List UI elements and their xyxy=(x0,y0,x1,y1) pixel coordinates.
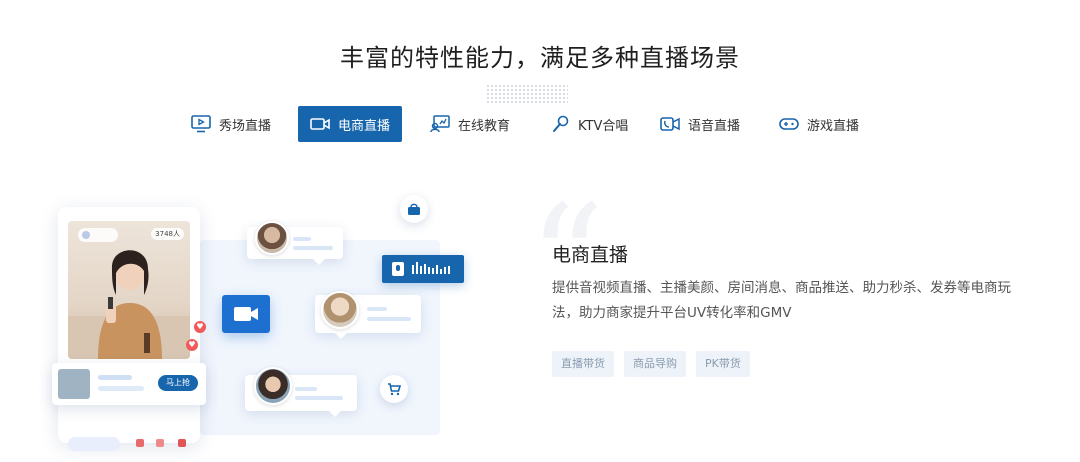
tab-label: 秀场直播 xyxy=(219,118,272,134)
avatar xyxy=(255,221,289,255)
voice-call-icon xyxy=(660,117,680,131)
cart-icon xyxy=(380,375,408,403)
tab-game-live[interactable]: 游戏直播 xyxy=(779,106,859,142)
scenario-tabs: 秀场直播 电商直播 在线教育 KTV合唱 语音直播 游戏直播 xyxy=(0,106,1080,142)
ecommerce-live-illustration: 3748人 ♥ ♥ 马上抢 xyxy=(40,185,490,455)
buy-now-button: 马上抢 xyxy=(158,375,198,391)
feature-description: 提供音视频直播、主播美颜、房间消息、商品推送、助力秒杀、发券等电商玩法，助力商家… xyxy=(552,280,1011,321)
heart-icon: ♥ xyxy=(194,321,206,333)
gamepad-icon xyxy=(779,118,799,130)
decorative-dots xyxy=(486,84,568,104)
cart-small-icon xyxy=(178,439,186,447)
feature-title: 电商直播 xyxy=(552,244,629,266)
tab-ecommerce-live[interactable]: 电商直播 xyxy=(298,106,403,142)
shopping-bag-icon xyxy=(400,195,428,223)
feature-tags: 直播带货 商品导购 PK带货 xyxy=(552,351,750,377)
product-card: 马上抢 xyxy=(52,363,206,405)
product-title-placeholder xyxy=(98,375,132,380)
avatar xyxy=(254,367,292,405)
share-icon xyxy=(156,439,164,447)
tab-label: 在线教育 xyxy=(458,118,511,134)
tag-live-selling: 直播带货 xyxy=(552,351,614,377)
host-figure xyxy=(68,250,190,359)
microphone-icon xyxy=(553,115,569,132)
heart-icon: ♥ xyxy=(186,339,198,351)
tag-shopping-guide: 商品导购 xyxy=(624,351,686,377)
host-photo: 3748人 xyxy=(68,221,190,359)
avatar xyxy=(321,291,359,329)
gift-icon xyxy=(136,439,144,447)
comment-input xyxy=(68,437,120,451)
product-price-placeholder xyxy=(98,386,144,391)
video-camera-icon xyxy=(222,295,270,333)
tab-online-education[interactable]: 在线教育 xyxy=(430,106,510,142)
video-camera-icon xyxy=(310,118,330,130)
mic-audio-icon xyxy=(382,255,464,283)
phone-mockup: 3748人 ♥ ♥ xyxy=(58,207,206,451)
tab-label: 语音直播 xyxy=(688,118,741,134)
product-thumbnail xyxy=(58,369,90,399)
tab-label: 电商直播 xyxy=(338,118,391,134)
tab-show-live[interactable]: 秀场直播 xyxy=(191,106,271,142)
section-title: 丰富的特性能力，满足多种直播场景 xyxy=(340,44,740,72)
tab-ktv-chorus[interactable]: KTV合唱 xyxy=(552,106,628,142)
monitor-play-icon xyxy=(191,115,211,133)
tab-label: 游戏直播 xyxy=(807,118,860,134)
tag-pk-selling: PK带货 xyxy=(696,351,750,377)
teacher-board-icon xyxy=(430,115,450,133)
tab-voice-live[interactable]: 语音直播 xyxy=(660,106,740,142)
tab-label: KTV合唱 xyxy=(578,118,629,134)
